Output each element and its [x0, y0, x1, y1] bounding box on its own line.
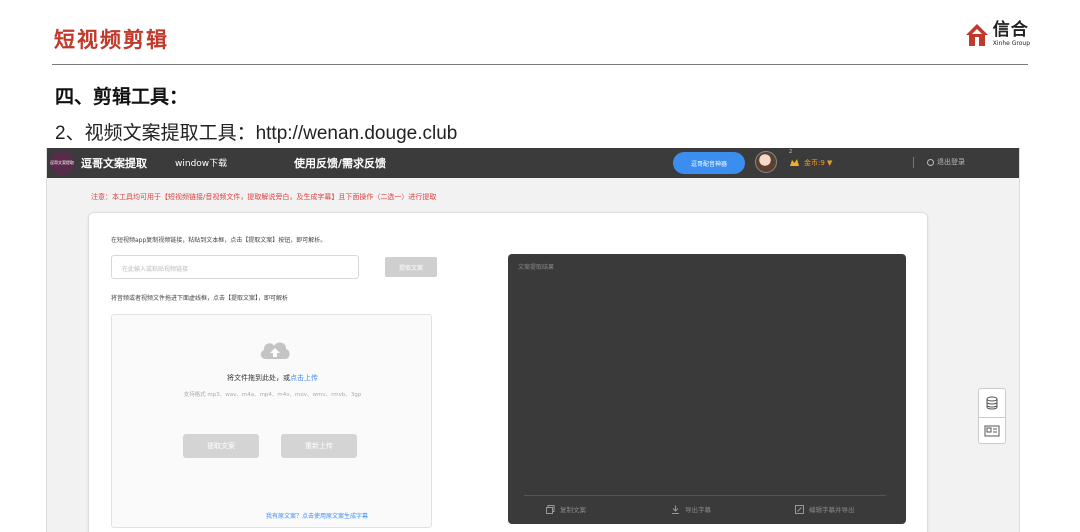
id-card-button[interactable]: [979, 417, 1005, 444]
edit-icon: [795, 504, 804, 514]
drop-text: 将文件拖到此处，或点击上传: [112, 373, 433, 383]
link-instructions: 在短视频app复制视频链接，粘贴到文本框，点击【提取文案】按钮，即可解析。: [111, 237, 327, 244]
section-subheading: 2、视频文案提取工具：http://wenan.douge.club: [55, 123, 458, 144]
main-card: 在短视频app复制视频链接，粘贴到文本框，点击【提取文案】按钮，即可解析。 在此…: [88, 212, 928, 532]
file-instructions: 将音频或者视频文件拖进下面虚线框，点击【提取文案】，即可解析: [111, 295, 289, 302]
drop-text-label: 将文件拖到此处，或: [227, 374, 290, 382]
edit-export-button[interactable]: 编辑字幕并导出: [795, 504, 855, 514]
usage-notice: 注意：本工具均可用于【短视频链接/音视频文件，提取解说旁白，及生成字幕】且下面操…: [91, 193, 437, 201]
click-upload-link[interactable]: 点击上传: [290, 374, 318, 382]
logo-english-name: Xinhe Group: [992, 40, 1030, 47]
brand-badge[interactable]: 逗哥文案提取: [50, 151, 74, 175]
export-subtitle-label: 导出字幕: [685, 506, 711, 514]
video-url-input[interactable]: 在此输入或粘贴视频链接: [111, 255, 359, 279]
coin-balance-dropdown[interactable]: 金币:9 ▼: [804, 158, 832, 168]
xinhe-logo-icon: [965, 23, 988, 46]
dubbing-tool-button[interactable]: 逗哥配音神器: [673, 152, 745, 174]
slide-title: 短视频剪辑: [54, 28, 169, 52]
result-panel: 文案提取结果 复制文案 导出字幕 编辑字幕并导出: [508, 254, 906, 524]
export-subtitle-button[interactable]: 导出字幕: [671, 504, 711, 514]
brand-name[interactable]: 逗哥文案提取: [81, 155, 147, 171]
copy-icon: [546, 504, 555, 514]
nav-feedback-link[interactable]: 使用反馈/需求反馈: [294, 155, 386, 171]
reupload-button[interactable]: 重新上传: [281, 434, 357, 458]
app-topbar: 逗哥文案提取 逗哥文案提取 window下载 使用反馈/需求反馈 逗哥配音神器 …: [47, 148, 1019, 178]
tool-screenshot: 逗哥文案提取 逗哥文案提取 window下载 使用反馈/需求反馈 逗哥配音神器 …: [46, 148, 1020, 532]
user-avatar[interactable]: [755, 151, 777, 173]
logo-chinese-name: 信合: [992, 20, 1029, 40]
coins-stack-icon: [986, 396, 998, 410]
logout-label: 退出登录: [937, 158, 965, 166]
header-divider: [52, 64, 1028, 65]
file-drop-zone[interactable]: 将文件拖到此处，或点击上传 支持格式 mp3、wav、m4a、mp4、m4v、m…: [111, 314, 432, 528]
slide: 短视频剪辑 信合 Xinhe Group 四、剪辑工具： 2、视频文案提取工具：…: [0, 0, 1080, 532]
avatar-badge: 2: [789, 149, 793, 155]
result-divider: [524, 495, 886, 496]
topbar-separator: [913, 157, 914, 168]
coin-icon: [790, 159, 799, 166]
download-icon: [672, 505, 679, 514]
extract-text-button[interactable]: 提取文案: [385, 257, 437, 277]
result-label: 文案提取结果: [518, 264, 555, 271]
side-toolbar: [978, 388, 1006, 444]
supported-formats: 支持格式 mp3、wav、m4a、mp4、m4v、mov、wmv、rmvb、3g…: [183, 392, 362, 398]
company-logo: 信合 Xinhe Group: [965, 22, 1030, 47]
copy-text-button[interactable]: 复制文案: [546, 504, 586, 514]
cloud-upload-icon: [260, 342, 290, 359]
nav-download-link[interactable]: window下载: [175, 156, 227, 169]
extract-file-button[interactable]: 提取文案: [183, 434, 259, 458]
original-text-subtitle-link[interactable]: 我有原文案？点击使用原文案生成字幕: [266, 511, 368, 520]
logout-icon: [927, 158, 934, 166]
id-card-icon: [984, 425, 1000, 437]
copy-text-label: 复制文案: [560, 506, 586, 514]
coins-stack-button[interactable]: [979, 389, 1005, 416]
edit-export-label: 编辑字幕并导出: [809, 506, 855, 514]
section-heading: 四、剪辑工具：: [55, 86, 189, 108]
logout-link[interactable]: 退出登录: [927, 157, 965, 167]
